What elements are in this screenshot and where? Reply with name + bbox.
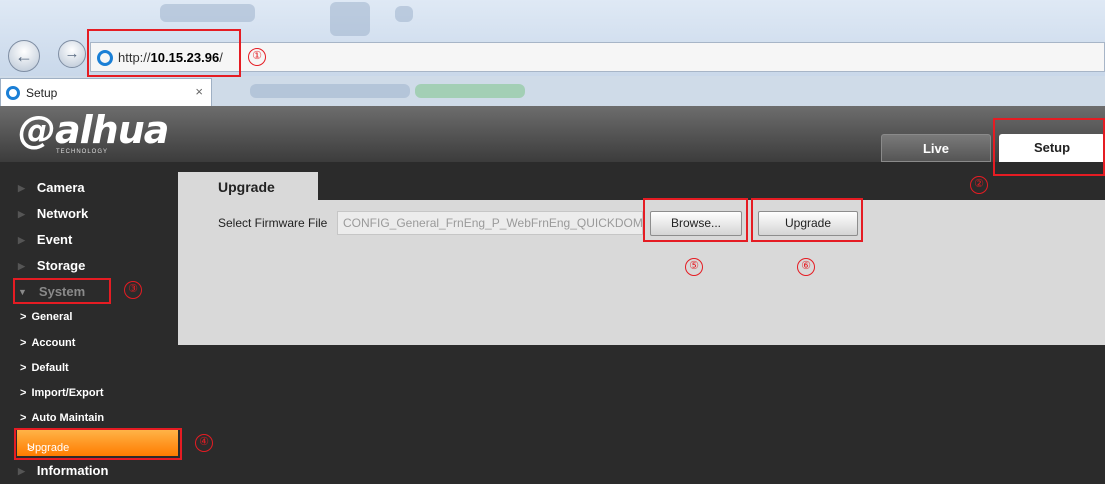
background-blur <box>415 84 525 98</box>
callout-number: ④ <box>195 434 213 452</box>
chevron-right-icon: > <box>20 387 27 399</box>
background-blur <box>160 4 255 22</box>
callout-number: ⑥ <box>797 258 815 276</box>
ie-icon <box>6 86 20 100</box>
chevron-right-icon: > <box>20 362 27 374</box>
close-icon[interactable]: × <box>195 84 203 99</box>
triangle-right-icon: ▶ <box>18 261 25 271</box>
logo-subtitle: TECHNOLOGY <box>56 149 109 155</box>
callout-box-upgrade-menu <box>14 428 182 460</box>
sidebar-item-network[interactable]: ▶ Network <box>18 206 88 221</box>
chevron-right-icon: > <box>20 412 27 424</box>
firmware-file-label: Select Firmware File <box>218 216 328 230</box>
triangle-right-icon: ▶ <box>18 209 25 219</box>
chevron-right-icon: > <box>20 337 27 349</box>
sidebar-subitem-import-export[interactable]: > Import/Export <box>20 387 104 399</box>
triangle-right-icon: ▶ <box>18 235 25 245</box>
triangle-right-icon: ▶ <box>18 466 25 476</box>
tab-live[interactable]: Live <box>881 134 991 162</box>
firmware-file-input[interactable]: CONFIG_General_FrnEng_P_WebFrnEng_QUICKD… <box>337 211 643 235</box>
sidebar-subitem-account[interactable]: > Account <box>20 337 75 349</box>
background-blur <box>250 84 410 98</box>
background-blur <box>395 6 413 22</box>
sidebar-subitem-default[interactable]: > Default <box>20 362 69 374</box>
callout-box-browse <box>643 198 748 242</box>
sidebar-item-storage[interactable]: ▶ Storage <box>18 258 85 273</box>
content-tab-upgrade[interactable]: Upgrade <box>178 172 318 200</box>
sidebar-subitem-auto-maintain[interactable]: > Auto Maintain <box>20 412 104 424</box>
callout-box-upgrade <box>751 198 863 242</box>
browser-tab-strip: Setup × <box>0 76 1105 106</box>
triangle-right-icon: ▶ <box>18 183 25 193</box>
callout-box-address <box>87 29 241 77</box>
sidebar-subitem-general[interactable]: > General <box>20 311 72 323</box>
logo: @alhua <box>18 108 169 152</box>
chevron-right-icon: > <box>20 311 27 323</box>
background-blur <box>330 2 370 36</box>
sidebar-item-information[interactable]: ▶ Information <box>18 463 108 478</box>
browser-tab[interactable]: Setup × <box>0 78 212 106</box>
forward-arrow-icon[interactable]: → <box>58 40 86 68</box>
callout-number: ③ <box>124 281 142 299</box>
callout-box-setup <box>993 118 1105 176</box>
callout-box-system <box>13 278 111 304</box>
callout-number: ② <box>970 176 988 194</box>
tab-title: Setup <box>26 86 58 100</box>
callout-number: ⑤ <box>685 258 703 276</box>
back-arrow-icon[interactable]: ← <box>8 40 40 72</box>
sidebar-item-camera[interactable]: ▶ Camera <box>18 180 85 195</box>
address-bar[interactable]: http://10.15.23.96/ <box>90 42 1105 72</box>
callout-number: ① <box>248 48 266 66</box>
sidebar-item-event[interactable]: ▶ Event <box>18 232 72 247</box>
